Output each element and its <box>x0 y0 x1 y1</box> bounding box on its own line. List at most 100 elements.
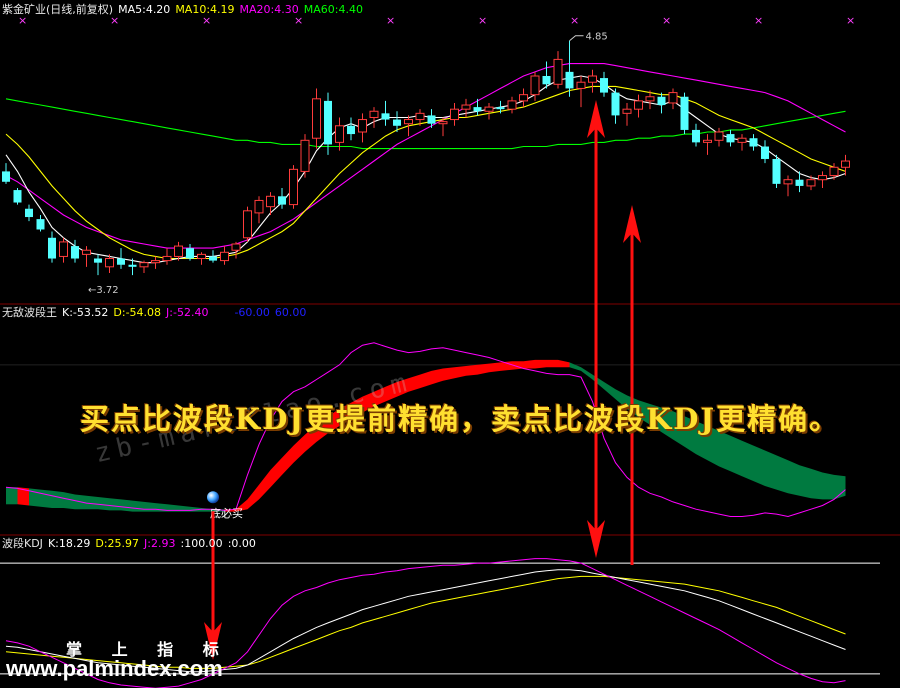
wave-k-label: K:-53.52 <box>62 306 109 319</box>
candle-body <box>507 100 517 110</box>
candle-body <box>829 166 839 177</box>
ma5-label: MA5:4.20 <box>118 3 171 16</box>
candle-body <box>680 96 689 130</box>
ma20-line <box>5 63 846 249</box>
candle-body <box>645 96 655 102</box>
candle-body <box>105 258 114 268</box>
candle-body <box>254 199 264 214</box>
candle-body <box>415 112 425 121</box>
candle-body <box>565 71 574 89</box>
wave-d-label: D:-54.08 <box>113 306 162 319</box>
signal-mark: × <box>478 14 487 27</box>
candle-body <box>542 76 551 85</box>
headline-banner: 买点比波段KDJ更提前精确，卖点比波段KDJ更精确。 <box>80 402 841 436</box>
candle-body <box>381 113 390 120</box>
candle-body <box>611 92 620 116</box>
candle-body <box>220 251 229 262</box>
signal-mark: × <box>754 14 763 27</box>
candle-body <box>324 100 332 145</box>
candle-body <box>553 58 563 85</box>
candle-body <box>197 253 206 260</box>
candle-body <box>600 78 608 93</box>
candle-body <box>335 125 344 143</box>
signal-mark: × <box>846 14 855 27</box>
ma10-line <box>5 85 846 260</box>
candle-body <box>186 248 194 259</box>
candle-body <box>174 245 183 257</box>
candle-body <box>312 98 321 139</box>
candle-body <box>94 258 102 263</box>
candle-body <box>358 119 367 133</box>
candle-body <box>117 258 125 265</box>
high-label: 4.85 <box>586 32 608 43</box>
candle-body <box>588 75 597 83</box>
candle-body <box>2 171 10 182</box>
candle-body <box>714 131 724 141</box>
wave-lower-label: -60.00 <box>234 306 270 319</box>
signal-mark: × <box>570 14 579 27</box>
candle-body <box>795 179 804 186</box>
chart-stage: × × × × × × × × × × 4.85 ←3.72 底必买 紫金矿业(日线,前复权) MA5:4… <box>0 0 900 688</box>
wave-upper-label: 60.00 <box>274 306 307 319</box>
candle-body <box>657 96 666 106</box>
candle-body <box>737 137 747 143</box>
buy-signal-dot <box>207 491 219 504</box>
candle-body <box>231 243 241 251</box>
chart-svg: × × × × × × × × × ×4.85←3.72底必买 <box>0 14 900 688</box>
kdj-j-label: J:2.93 <box>144 537 176 550</box>
ma60-line <box>5 98 846 150</box>
candle-body <box>576 81 586 89</box>
candle-body <box>461 104 471 110</box>
candle-body <box>726 134 735 143</box>
signal-mark: × <box>386 14 395 27</box>
candle-body <box>71 246 79 259</box>
candle-body <box>772 158 781 184</box>
candle-body <box>25 208 33 218</box>
candle-body <box>139 262 149 268</box>
candle-body <box>82 249 91 255</box>
candle-body <box>289 168 298 206</box>
kdj-d-label: D:25.97 <box>95 537 140 550</box>
candle-body <box>128 264 137 267</box>
candle-body <box>841 160 850 168</box>
candle-body <box>496 107 505 110</box>
low-label: ←3.72 <box>88 285 119 296</box>
candle-body <box>692 129 700 143</box>
candle-body <box>783 179 793 185</box>
candle-body <box>427 115 436 124</box>
candle-body <box>484 106 494 112</box>
candle-body <box>369 110 379 118</box>
site-url: www.palmindex.com <box>6 656 223 681</box>
candle-body <box>450 108 459 121</box>
candle-body <box>151 260 160 264</box>
band-down-segment <box>6 487 18 505</box>
candle-body <box>622 108 632 114</box>
candle-body <box>519 94 528 102</box>
wave-king-title: 无敌波段王 <box>2 306 57 319</box>
candle-body <box>668 92 678 104</box>
candle-body <box>36 219 45 230</box>
candle-body <box>209 256 217 261</box>
candle-body <box>278 196 286 205</box>
candle-body <box>347 125 355 135</box>
candle-body <box>473 107 482 112</box>
kdj-0-label: :0.00 <box>227 537 256 550</box>
candle-body <box>634 100 643 110</box>
candle-body <box>59 241 68 257</box>
kdj-100-label: :100.00 <box>180 537 223 550</box>
candle-body <box>162 255 172 262</box>
buy-signal-label: 底必买 <box>210 506 243 520</box>
high-marker <box>569 35 584 42</box>
wave-j-label: J:-52.40 <box>166 306 209 319</box>
candle-body <box>703 139 712 143</box>
band-down-segment <box>29 488 225 512</box>
kdj-k-label: K:18.29 <box>47 537 91 550</box>
candle-body <box>243 210 252 239</box>
candle-body <box>438 121 448 125</box>
ma60-label: MA60:4.40 <box>303 3 363 16</box>
kdj-title: 波段KDJ <box>2 537 43 550</box>
candle-body <box>818 175 827 181</box>
candle-body <box>404 119 413 125</box>
signal-mark: × <box>662 14 671 27</box>
candle-body <box>300 139 310 172</box>
